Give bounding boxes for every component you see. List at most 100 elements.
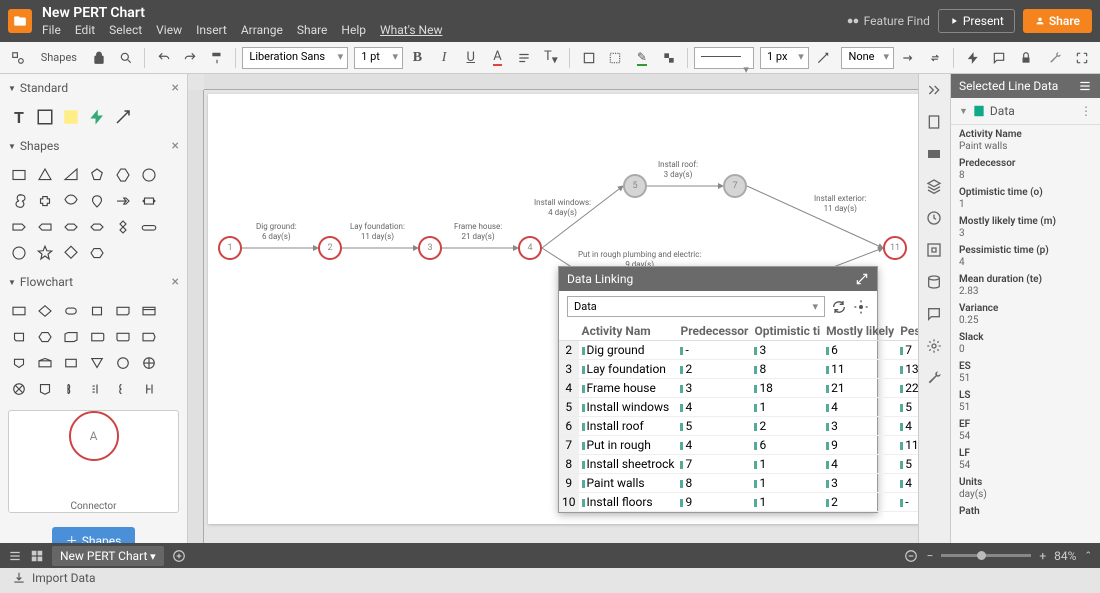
data-cell[interactable]: 7 [897,341,918,360]
comments-icon[interactable] [926,306,944,324]
data-cell[interactable]: 7 [677,455,751,474]
menu-whats-new[interactable]: What's New [380,23,442,37]
font-select[interactable]: Liberation Sans [242,47,348,69]
flowchart-shape-item[interactable] [138,378,160,400]
edge-label[interactable]: Install exterior:11 day(s) [814,194,867,213]
data-cell[interactable]: 3 [823,417,897,436]
flowchart-section-header[interactable]: ▼ Flowchart × [0,268,187,296]
note-shape[interactable] [60,106,82,128]
swap-button[interactable] [923,45,948,71]
shape-item[interactable] [8,216,30,238]
canvas-area[interactable]: 1234567811Dig ground:6 day(s)Lay foundat… [188,74,918,543]
data-cell[interactable]: 11 [897,436,918,455]
data-cell[interactable]: 11 [823,360,897,379]
data-table[interactable]: Activity NamPredecessorOptimistic tiMost… [559,322,918,512]
arrow-end-button[interactable] [896,45,921,71]
line-color-button[interactable]: ✎ [630,45,655,71]
hotspot-shape[interactable] [86,106,108,128]
actions-icon[interactable] [926,338,944,356]
text-options-button[interactable]: T▾ [539,45,564,71]
list-icon[interactable] [1078,79,1092,93]
close-icon[interactable]: × [172,80,179,96]
data-cell[interactable]: 4 [677,436,751,455]
add-page-icon[interactable] [172,549,186,563]
data-source-row[interactable]: ▼ Data ⋮ [951,98,1100,125]
edge-label[interactable]: Lay foundation:11 day(s) [350,222,405,241]
flowchart-shape-item[interactable] [60,300,82,322]
menu-share[interactable]: Share [297,23,328,37]
data-cell[interactable]: 4 [897,474,918,493]
bold-button[interactable]: B [405,45,430,71]
menu-edit[interactable]: Edit [75,23,95,37]
menu-view[interactable]: View [156,23,182,37]
menu-help[interactable]: Help [341,23,366,37]
pert-node-11[interactable]: 11 [883,236,907,260]
flowchart-shape-item[interactable] [112,352,134,374]
shape-item[interactable] [60,216,82,238]
folder-icon[interactable] [8,9,32,33]
pert-node-4[interactable]: 4 [518,236,542,260]
block-shape[interactable] [34,106,56,128]
data-cell[interactable]: 2 [751,417,823,436]
data-cell[interactable]: 4 [897,417,918,436]
chevron-up-icon[interactable]: ⌃ [1084,551,1092,561]
fullscreen-button[interactable] [1069,45,1094,71]
page-icon[interactable] [926,114,944,132]
pert-node-3[interactable]: 3 [418,236,442,260]
expand-icon[interactable] [855,272,869,286]
data-cell[interactable]: - [677,341,751,360]
data-cell[interactable]: 6 [823,341,897,360]
data-cell[interactable]: 3 [677,379,751,398]
slides-icon[interactable] [926,146,944,164]
shape-item[interactable] [60,164,82,186]
refresh-icon[interactable] [831,299,847,315]
lock-button[interactable] [87,45,112,71]
undo-button[interactable] [151,45,176,71]
history-icon[interactable] [926,210,944,228]
shape-item[interactable] [8,242,30,264]
flowchart-shape-item[interactable] [60,378,82,400]
share-button[interactable]: Share [1023,9,1092,33]
flowchart-shape-item[interactable] [86,378,108,400]
data-cell[interactable]: 3 [751,341,823,360]
redo-button[interactable] [178,45,203,71]
present-button[interactable]: Present [938,9,1015,33]
data-cell[interactable]: Install roof [579,417,678,436]
data-cell[interactable]: 4 [823,455,897,474]
data-cell[interactable]: Install sheetrock [579,455,678,474]
data-source-select[interactable]: Data [567,296,825,317]
data-cell[interactable]: Install windows [579,398,678,417]
pert-node-5[interactable]: 5 [623,174,647,198]
flowchart-shape-item[interactable] [60,352,82,374]
tools-icon[interactable] [926,370,944,388]
action-button[interactable] [960,45,985,71]
contextual-icon[interactable] [926,242,944,260]
settings-icon[interactable] [853,299,869,315]
shape-item[interactable] [34,242,56,264]
edge-label[interactable]: Dig ground:6 day(s) [256,222,297,241]
data-linking-header[interactable]: Data Linking [559,267,877,291]
shape-item[interactable] [8,164,30,186]
align-button[interactable] [512,45,537,71]
flowchart-shape-item[interactable] [112,326,134,348]
data-cell[interactable]: 2 [823,493,897,512]
zoom-slider[interactable] [941,554,1031,557]
flowchart-shape-item[interactable] [138,300,160,322]
menu-arrange[interactable]: Arrange [241,23,283,37]
data-cell[interactable]: 2 [677,360,751,379]
flowchart-shape-item[interactable] [8,300,30,322]
data-cell[interactable]: Lay foundation [579,360,678,379]
more-icon[interactable]: ⋮ [1080,104,1092,118]
data-cell[interactable]: 9 [823,436,897,455]
data-cell[interactable]: Install floors [579,493,678,512]
shape-item[interactable] [112,190,134,212]
close-icon[interactable]: × [172,274,179,290]
data-cell[interactable]: 18 [751,379,823,398]
flowchart-shape-item[interactable] [34,326,56,348]
lock-edit-button[interactable] [1014,45,1039,71]
flowchart-shape-item[interactable] [8,378,30,400]
flowchart-shape-item[interactable] [112,300,134,322]
data-cell[interactable]: Dig ground [579,341,678,360]
data-cell[interactable]: 22 [897,379,918,398]
data-cell[interactable]: 5 [897,455,918,474]
